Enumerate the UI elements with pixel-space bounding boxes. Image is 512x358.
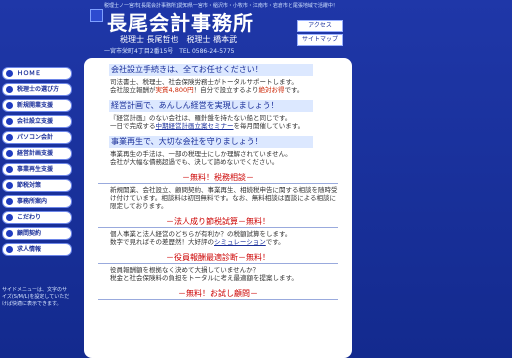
- access-button[interactable]: アクセス: [297, 20, 343, 32]
- heading-incorporation-simulation: －法人成り節税試算－無料！: [98, 217, 338, 228]
- body-line: 数字で見ればその差歴然！大好評のシミュレーションです。: [110, 238, 340, 246]
- sidebar-item-label: 求人情報: [17, 246, 42, 253]
- benefit-highlight: 絶対お得: [258, 86, 285, 94]
- executive-pay-diagnosis-body: 役員報酬額を根拠なく決めて大損していませんか？ 税金と社会保険料の負担をトータル…: [110, 266, 340, 282]
- accountant-names: 税理士 長尾哲也 税理士 橋本武: [120, 35, 238, 44]
- bullet-icon: [6, 118, 13, 125]
- sidebar-item-choose-accountant[interactable]: 税理士の選び方: [2, 83, 72, 96]
- office-address: 一宮市栄町4丁目2番15号 TEL 0586-24-5775: [104, 48, 235, 55]
- sidebar-item-business-plan[interactable]: 経営計画支援: [2, 147, 72, 160]
- sidebar-item-label: 事務所案内: [17, 198, 48, 205]
- simulation-link[interactable]: シミュレーション: [214, 238, 266, 246]
- body-text: ！自分で設立するより: [193, 86, 259, 94]
- sidebar-item-new-business[interactable]: 新規開業支援: [2, 99, 72, 112]
- body-text: 会社設立報酬が: [110, 86, 156, 94]
- sidebar-nav: ＨＯＭＥ 税理士の選び方 新規開業支援 会社設立支援 パソコン会計 経営計画支援…: [2, 67, 72, 259]
- bullet-icon: [6, 182, 13, 189]
- body-line: 役員報酬額を根拠なく決めて大損していませんか？: [110, 266, 260, 274]
- sidebar-item-label: 節税対策: [17, 182, 42, 189]
- body-text: 一日で完成する: [110, 122, 156, 130]
- sidebar-item-label: パソコン会計: [17, 134, 54, 141]
- body-text: です。: [265, 238, 285, 246]
- body-line: 事業再生の手法は、一部の税理士にしか理解されていません。: [110, 150, 292, 158]
- bullet-icon: [6, 86, 13, 93]
- sidebar-item-label: ＨＯＭＥ: [17, 70, 42, 77]
- section-title-business-plan[interactable]: 経営計画で、あんしん経営を実現しましょう！: [109, 100, 313, 112]
- bullet-icon: [6, 70, 13, 77]
- heading-executive-pay-diagnosis: －役員報酬最適診断－無料！: [98, 253, 338, 264]
- bullet-icon: [6, 214, 13, 221]
- body-line: 会社が大幅な債務超過でも、決して諦めないでください。: [110, 158, 279, 166]
- bullet-icon: [6, 150, 13, 157]
- sitemap-button[interactable]: サイトマップ: [297, 34, 343, 46]
- main-content: 会社設立手続きは、全てお任せください！ 司法書士、税理士、社会保険労務士がトータ…: [84, 58, 352, 358]
- sidebar-item-tax-saving[interactable]: 節税対策: [2, 179, 72, 192]
- sidebar-note: サイドメニューは、文字のサイズ(S/M/L)を設定していただけば快適に表示できま…: [2, 287, 70, 307]
- seminar-link[interactable]: 中期経営計画立案セミナー: [156, 122, 234, 130]
- body-line: 司法書士、税理士、社会保険労務士がトータルサポートします。: [110, 78, 298, 86]
- heading-free-trial-advisory: －無料！お試し顧問－: [98, 289, 338, 300]
- sidebar-item-label: こだわり: [17, 214, 42, 221]
- sidebar-item-label: 経営計画支援: [17, 150, 54, 157]
- sidebar-item-label: 顧問契約: [17, 230, 42, 237]
- section-body-revitalization: 事業再生の手法は、一部の税理士にしか理解されていません。 会社が大幅な債務超過で…: [110, 150, 340, 166]
- body-line: 個人事業と法人経営のどちらが有利か？の税額試算をします。: [110, 230, 292, 238]
- section-title-revitalization[interactable]: 事業再生で、大切な会社を守りましょう！: [109, 136, 313, 148]
- price-highlight: 実質4,800円: [155, 86, 194, 94]
- sidebar-item-office-info[interactable]: 事務所案内: [2, 195, 72, 208]
- heading-free-tax-consultation: －無料！税務相談－: [98, 173, 338, 184]
- body-line: 税金と社会保険料の負担をトータルに考え最適額を提案します。: [110, 274, 298, 282]
- sidebar-item-revitalization[interactable]: 事業再生支援: [2, 163, 72, 176]
- free-tax-consultation-body: 新規開業、会社設立、顧問契約、事業再生、相続税申告に関する相談を随時受け付けてい…: [110, 186, 338, 210]
- site-title[interactable]: 長尾会計事務所: [107, 7, 254, 36]
- section-title-company-setup[interactable]: 会社設立手続きは、全てお任せください！: [109, 64, 313, 76]
- sidebar-item-label: 事業再生支援: [17, 166, 54, 173]
- bullet-icon: [6, 230, 13, 237]
- bullet-icon: [6, 198, 13, 205]
- body-text: 数字で見ればその差歴然！大好評の: [110, 238, 214, 246]
- body-text: を毎月開催しています。: [233, 122, 305, 130]
- bullet-icon: [6, 102, 13, 109]
- body-line: 会社設立報酬が実質4,800円！自分で設立するより絶対お得です。: [110, 86, 340, 94]
- sidebar-item-label: 税理士の選び方: [17, 86, 60, 93]
- sidebar-item-home[interactable]: ＨＯＭＥ: [2, 67, 72, 80]
- body-line: 『経営計画』のない会社は、羅針盤を持たない船と同じです。: [110, 114, 292, 122]
- sidebar-item-advisory-contract[interactable]: 顧問契約: [2, 227, 72, 240]
- sidebar-item-company-setup[interactable]: 会社設立支援: [2, 115, 72, 128]
- sidebar-item-label: 新規開業支援: [17, 102, 54, 109]
- sidebar-item-commitment[interactable]: こだわり: [2, 211, 72, 224]
- sidebar-item-recruit[interactable]: 求人情報: [2, 243, 72, 256]
- section-body-business-plan: 『経営計画』のない会社は、羅針盤を持たない船と同じです。 一日で完成する中期経営…: [110, 114, 340, 130]
- bullet-icon: [6, 166, 13, 173]
- logo-icon: [90, 9, 103, 22]
- bullet-icon: [6, 246, 13, 253]
- section-body-company-setup: 司法書士、税理士、社会保険労務士がトータルサポートします。 会社設立報酬が実質4…: [110, 78, 340, 94]
- sidebar-item-pc-accounting[interactable]: パソコン会計: [2, 131, 72, 144]
- body-text: です。: [284, 86, 304, 94]
- bullet-icon: [6, 134, 13, 141]
- sidebar-item-label: 会社設立支援: [17, 118, 54, 125]
- body-line: 一日で完成する中期経営計画立案セミナーを毎月開催しています。: [110, 122, 340, 130]
- incorporation-simulation-body: 個人事業と法人経営のどちらが有利か？の税額試算をします。 数字で見ればその差歴然…: [110, 230, 340, 246]
